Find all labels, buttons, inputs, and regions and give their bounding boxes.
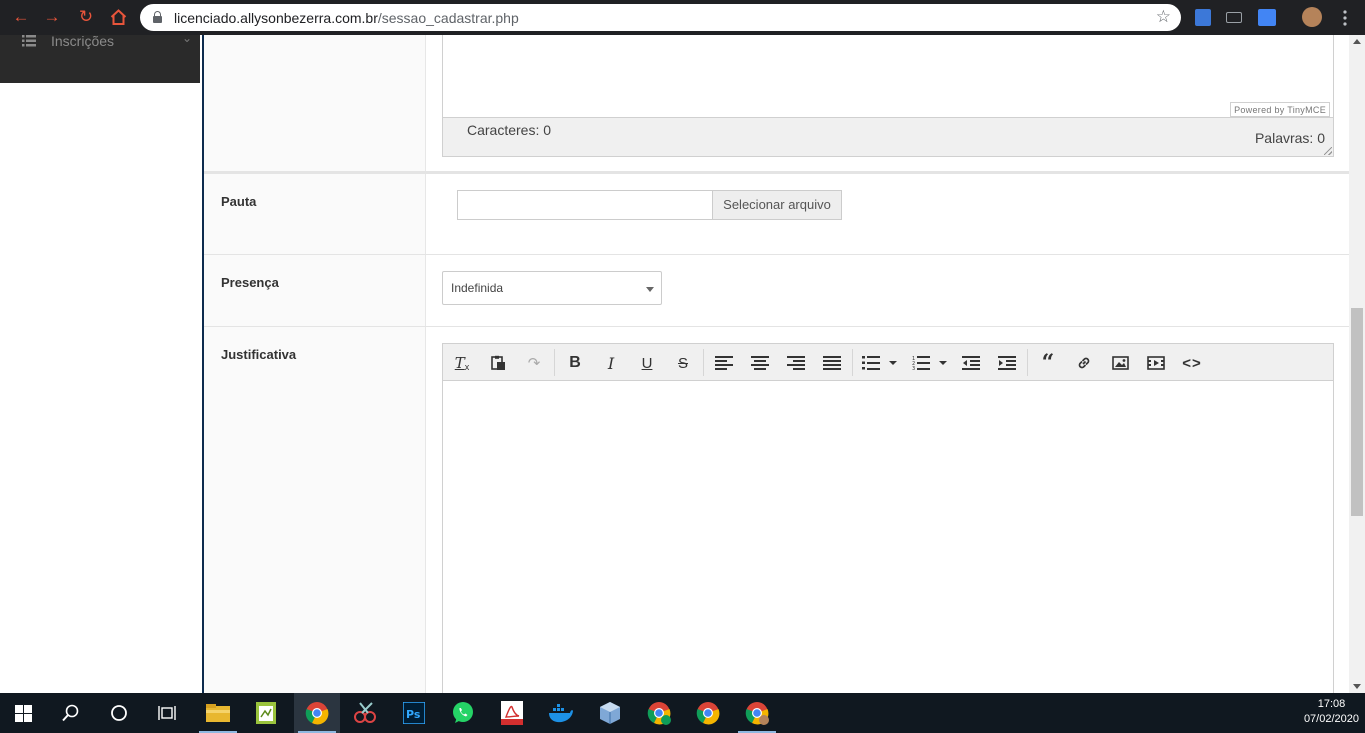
sidebar-item-inscricoes[interactable]: Inscrições ⌄: [22, 31, 192, 49]
rich-text-editor-justificativa[interactable]: Tx ↷ B I U S 1 2 3 “ <>: [442, 343, 1334, 693]
menu-kebab-icon[interactable]: [1343, 10, 1347, 26]
bullet-list-icon[interactable]: [859, 352, 883, 374]
clear-formatting-icon[interactable]: Tx: [450, 352, 474, 374]
bold-icon[interactable]: B: [563, 352, 587, 374]
forward-icon[interactable]: →: [40, 6, 64, 28]
list-icon: [22, 35, 36, 47]
link-icon[interactable]: [1072, 352, 1096, 374]
align-center-icon[interactable]: [748, 352, 772, 374]
outdent-icon[interactable]: [959, 352, 983, 374]
justificativa-label: Justificativa: [221, 347, 297, 362]
blockquote-icon[interactable]: “: [1036, 350, 1060, 376]
presenca-select[interactable]: Indefinida: [442, 271, 662, 305]
windows-start-icon[interactable]: [0, 693, 46, 733]
windows-taskbar: Ps 17:08 07/02/2020: [0, 693, 1365, 733]
powered-by-tinymce[interactable]: Powered by TinyMCE: [1230, 102, 1330, 117]
task-view-icon[interactable]: [144, 693, 190, 733]
align-left-icon[interactable]: [712, 352, 736, 374]
acrobat-icon[interactable]: [489, 693, 535, 733]
virtualbox-icon[interactable]: [587, 693, 633, 733]
extension-cast-icon[interactable]: [1226, 12, 1242, 23]
chevron-down-icon[interactable]: [889, 361, 897, 365]
scroll-down-icon[interactable]: [1353, 684, 1361, 689]
strikethrough-icon[interactable]: S: [671, 352, 695, 374]
image-icon[interactable]: [1108, 352, 1132, 374]
svg-text:Ps: Ps: [406, 708, 421, 721]
chevron-down-icon: ⌄: [181, 31, 192, 45]
notepad-plus-icon[interactable]: [243, 693, 289, 733]
reload-icon[interactable]: ↻: [74, 6, 98, 28]
docker-icon[interactable]: [538, 693, 584, 733]
pauta-label: Pauta: [221, 194, 257, 209]
paste-icon[interactable]: [486, 352, 510, 374]
redo-icon[interactable]: ↷: [522, 352, 546, 374]
form-panel: Powered by TinyMCE Caracteres: 0 Palavra…: [202, 35, 1349, 693]
photoshop-icon[interactable]: Ps: [391, 693, 437, 733]
label-cell: Pauta: [204, 174, 426, 254]
url-text: licenciado.allysonbezerra.com.br/sessao_…: [174, 10, 519, 26]
lock-icon: [153, 11, 162, 23]
word-count: Palavras: 0: [1254, 130, 1325, 146]
system-clock[interactable]: 17:08 07/02/2020: [1304, 697, 1359, 727]
presenca-selected-value: Indefinida: [451, 281, 504, 295]
select-file-button[interactable]: Selecionar arquivo: [712, 190, 842, 220]
char-count: Caracteres: 0: [467, 122, 552, 138]
whatsapp-icon[interactable]: [440, 693, 486, 733]
resize-handle-icon[interactable]: [1324, 147, 1332, 155]
chrome-taskbar-icon-1[interactable]: [294, 693, 340, 733]
editor-body[interactable]: [443, 382, 1333, 693]
align-right-icon[interactable]: [784, 352, 808, 374]
scroll-thumb[interactable]: [1351, 308, 1363, 516]
extension-translate-icon[interactable]: [1258, 9, 1276, 26]
sidebar-item-label: Inscrições: [51, 33, 115, 49]
chrome-taskbar-icon-4[interactable]: [734, 693, 780, 733]
search-icon[interactable]: [48, 693, 94, 733]
presenca-label: Presença: [221, 275, 279, 290]
label-cell: Presença: [204, 255, 426, 326]
chrome-taskbar-icon-2[interactable]: [636, 693, 682, 733]
media-icon[interactable]: [1144, 352, 1168, 374]
italic-icon[interactable]: I: [599, 352, 623, 374]
toolbar-separator: [703, 349, 704, 376]
toolbar-separator: [1027, 349, 1028, 376]
label-cell: [204, 35, 426, 171]
toolbar-separator: [852, 349, 853, 376]
editor-toolbar: Tx ↷ B I U S 1 2 3 “ <>: [443, 344, 1333, 381]
numbered-list-icon[interactable]: 123: [909, 352, 933, 374]
chevron-down-icon: [646, 287, 654, 292]
chevron-down-icon[interactable]: [939, 361, 947, 365]
toolbar-separator: [554, 349, 555, 376]
align-justify-icon[interactable]: [820, 352, 844, 374]
back-icon[interactable]: ←: [9, 6, 33, 28]
chrome-taskbar-icon-3[interactable]: [685, 693, 731, 733]
sidebar: Inscrições ⌄: [0, 31, 200, 83]
underline-icon[interactable]: U: [635, 352, 659, 374]
profile-avatar[interactable]: [1302, 7, 1322, 27]
file-explorer-icon[interactable]: [195, 693, 241, 733]
source-code-icon[interactable]: <>: [1180, 352, 1204, 374]
clock-time: 17:08: [1317, 698, 1346, 710]
address-bar[interactable]: licenciado.allysonbezerra.com.br/sessao_…: [140, 4, 1181, 31]
clock-date: 07/02/2020: [1303, 713, 1359, 725]
page-scrollbar[interactable]: [1349, 35, 1365, 693]
home-icon[interactable]: [106, 6, 130, 28]
browser-toolbar: ← → ↻ licenciado.allysonbezerra.com.br/s…: [0, 0, 1365, 35]
snipping-tool-icon[interactable]: [343, 693, 389, 733]
svg-text:3: 3: [912, 366, 915, 370]
indent-icon[interactable]: [995, 352, 1019, 374]
cortana-icon[interactable]: [96, 693, 142, 733]
extension-uvt-icon[interactable]: [1195, 9, 1211, 26]
editor-statusbar: Caracteres: 0 Palavras: 0: [443, 117, 1333, 156]
bookmark-star-icon[interactable]: ☆: [1156, 7, 1171, 27]
rich-text-editor-top[interactable]: Powered by TinyMCE Caracteres: 0 Palavra…: [442, 35, 1334, 157]
pauta-file-input[interactable]: Selecionar arquivo: [457, 190, 842, 220]
label-cell: Justificativa: [204, 327, 426, 693]
scroll-up-icon[interactable]: [1353, 39, 1361, 44]
